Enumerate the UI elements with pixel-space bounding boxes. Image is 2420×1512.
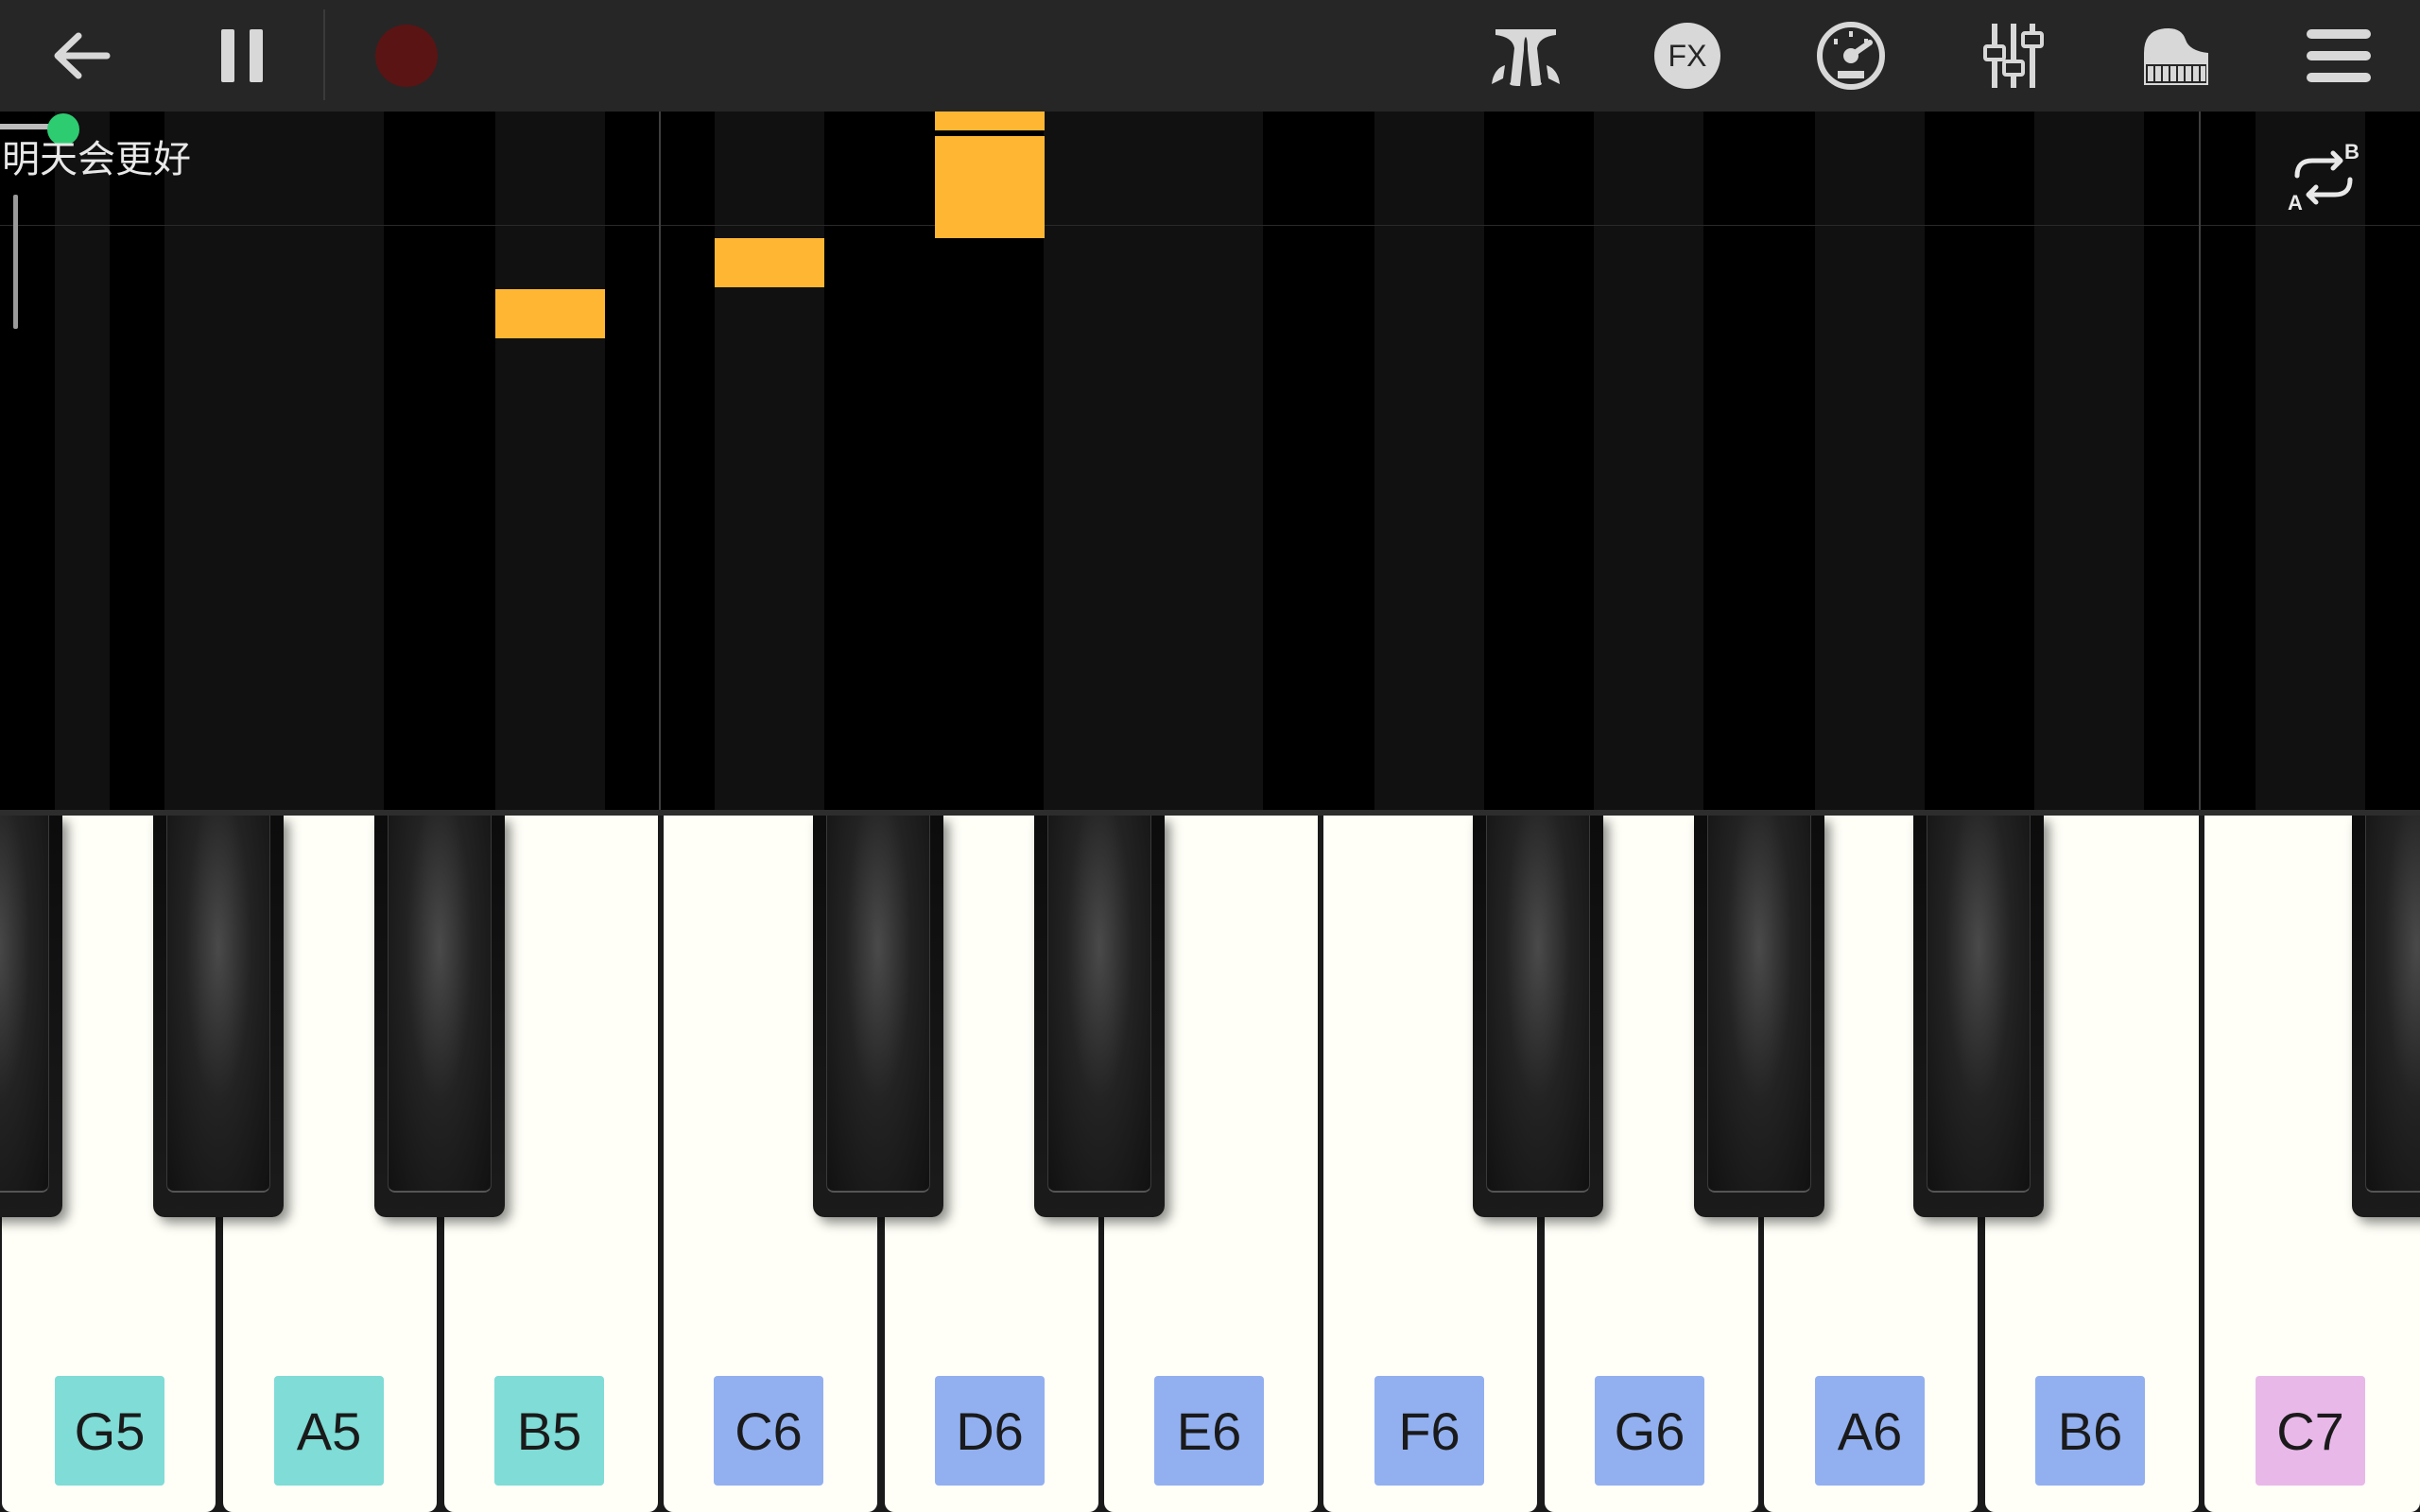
note-roll[interactable]: 明天会更好 A B <box>0 112 2420 811</box>
instrument-button[interactable] <box>2138 0 2214 112</box>
black-key[interactable] <box>1694 816 1824 1217</box>
key-label: B6 <box>2035 1376 2145 1486</box>
black-key[interactable] <box>153 816 284 1217</box>
falling-note <box>935 112 1045 130</box>
octave-line <box>2199 112 2201 811</box>
octave-line <box>659 112 661 811</box>
record-icon <box>375 25 438 87</box>
song-title: 明天会更好 <box>2 138 191 181</box>
key-label: F6 <box>1374 1376 1484 1486</box>
tempo-button[interactable] <box>1813 0 1889 112</box>
piano-keyboard: G5 A5 B5 C6 D6 E6 F6 G6 A6 B6 C7 <box>0 816 2420 1512</box>
top-toolbar: FX <box>0 0 2420 112</box>
key-label: C7 <box>2256 1376 2365 1486</box>
pause-button[interactable] <box>200 0 284 112</box>
falling-note <box>935 136 1045 238</box>
key-label: A5 <box>274 1376 384 1486</box>
ab-loop-icon: A B <box>2288 140 2360 215</box>
fx-button[interactable]: FX <box>1651 0 1724 112</box>
key-label: D6 <box>935 1376 1045 1486</box>
key-label: C6 <box>714 1376 823 1486</box>
lane <box>274 112 384 811</box>
lane <box>1044 112 1153 811</box>
black-key[interactable] <box>813 816 943 1217</box>
back-button[interactable] <box>38 0 125 112</box>
lane <box>1153 112 1263 811</box>
black-key[interactable] <box>1913 816 2044 1217</box>
metronome-button[interactable] <box>1486 0 1565 112</box>
toolbar-divider <box>323 9 325 100</box>
falling-note <box>715 238 824 287</box>
record-button[interactable] <box>369 0 444 112</box>
black-key[interactable] <box>374 816 505 1217</box>
back-arrow-icon <box>54 32 111 79</box>
falling-note <box>495 289 605 338</box>
lane <box>1815 112 1925 811</box>
lane <box>715 112 824 811</box>
black-key[interactable] <box>1473 816 1603 1217</box>
lane <box>2034 112 2144 811</box>
tempo-icon <box>1817 22 1885 90</box>
metronome-icon <box>1492 29 1560 86</box>
svg-text:B: B <box>2344 144 2360 163</box>
lane <box>164 112 274 811</box>
fx-icon: FX <box>1654 23 1720 89</box>
key-label: G6 <box>1595 1376 1704 1486</box>
black-key[interactable] <box>0 816 62 1217</box>
lane <box>1594 112 1703 811</box>
lane <box>55 112 110 811</box>
menu-icon <box>2307 29 2371 82</box>
beat-line <box>0 225 2420 226</box>
key-label: G5 <box>55 1376 164 1486</box>
svg-text:FX: FX <box>1668 39 1707 73</box>
black-key[interactable] <box>1034 816 1165 1217</box>
piano-icon <box>2144 28 2208 85</box>
svg-text:A: A <box>2288 191 2303 212</box>
lane <box>2256 112 2365 811</box>
lane <box>1374 112 1484 811</box>
key-label: E6 <box>1154 1376 1264 1486</box>
lane <box>495 112 605 811</box>
menu-button[interactable] <box>2303 0 2375 112</box>
black-key[interactable] <box>2352 816 2420 1217</box>
key-label: A6 <box>1815 1376 1925 1486</box>
ab-loop-button[interactable]: A B <box>2286 140 2361 215</box>
vertical-scrollbar[interactable] <box>13 195 18 329</box>
key-label: B5 <box>494 1376 604 1486</box>
mixer-button[interactable] <box>1979 0 2048 112</box>
mixer-icon <box>1983 24 2044 88</box>
pause-icon <box>221 29 263 82</box>
